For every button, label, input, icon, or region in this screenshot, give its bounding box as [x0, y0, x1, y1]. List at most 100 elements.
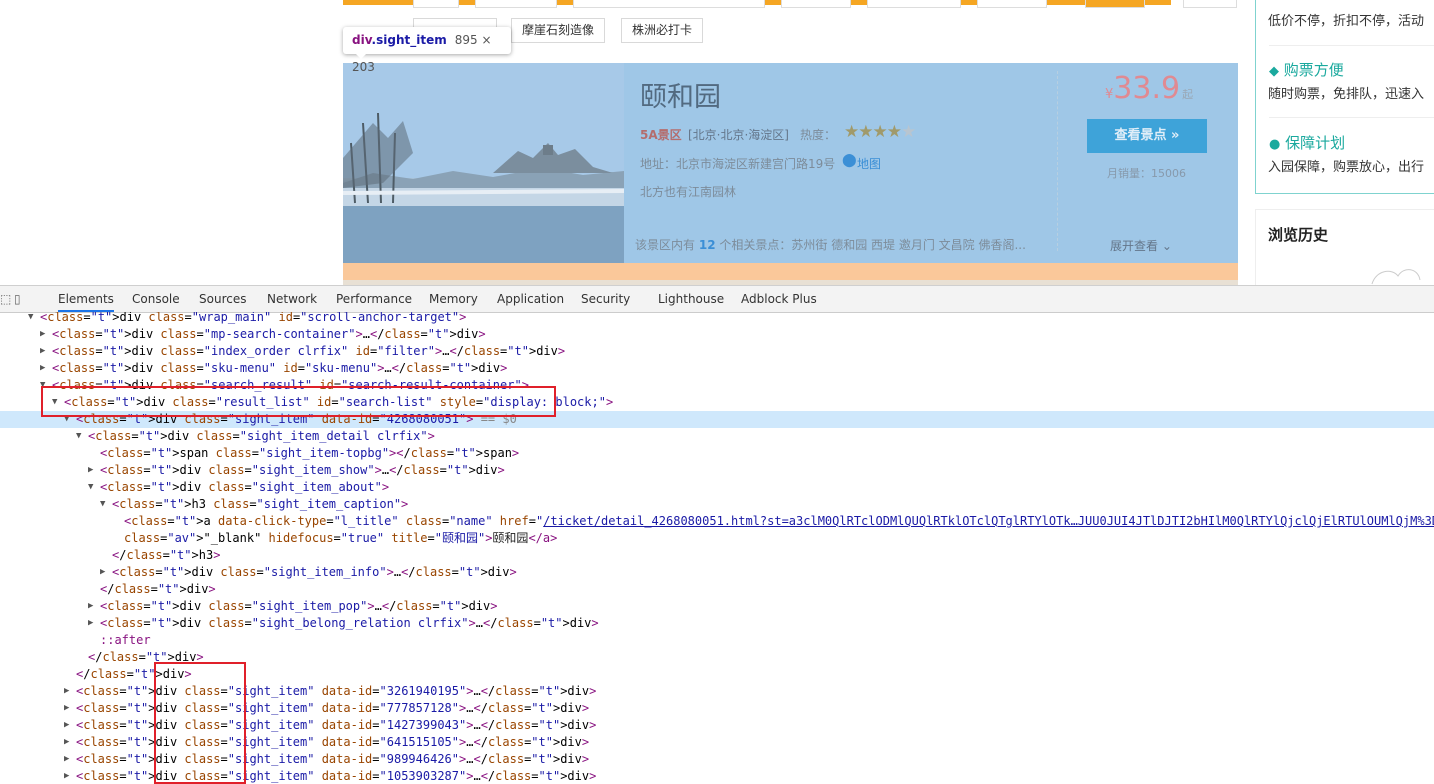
dom-node-line[interactable]: ▼ <class="t">div class="wrap_main" id="sc… [0, 312, 1434, 326]
expand-arrow-icon[interactable]: ▶ [88, 598, 93, 615]
tab-elements[interactable]: Elements [58, 286, 114, 312]
related-list[interactable]: 个相关景点：苏州街 德和园 西堤 邀月门 文昌院 佛香阁... [719, 238, 1026, 252]
dom-node-line[interactable]: <class="t">span class="sight_item-topbg"… [0, 445, 1434, 462]
tab-memory[interactable]: Memory [429, 286, 478, 312]
tooltip-arrow [355, 53, 367, 59]
dom-node-code: <class="t">div class="sight_item_show">…… [100, 463, 505, 477]
dom-node-code: <class="t">div class="sight_item_about"> [100, 480, 390, 494]
dom-node-line[interactable]: ▶ <class="t">div class="index_order clrfi… [0, 343, 1434, 360]
expand-arrow-icon[interactable]: ▶ [40, 360, 45, 377]
collapse-arrow-icon[interactable]: ▼ [88, 479, 93, 496]
dom-node-line[interactable]: ▼ <class="t">div class="sight_item_about"… [0, 479, 1434, 496]
dom-node-line[interactable]: ▶ <class="t">div class="mp-search-contain… [0, 326, 1434, 343]
collapse-arrow-icon[interactable]: ▼ [100, 496, 105, 513]
collapse-arrow-icon[interactable]: ▼ [76, 428, 81, 445]
price-suffix: 起 [1182, 88, 1194, 101]
sight-title[interactable]: 颐和园 [640, 75, 721, 114]
tab-application[interactable]: Application [497, 286, 564, 312]
view-sight-button[interactable]: 查看景点 » [1087, 119, 1207, 153]
dom-node-line[interactable]: ▶ <class="t">div class="sight_item_info">… [0, 564, 1434, 581]
related-sights: 该景区内有 12 个相关景点：苏州街 德和园 西堤 邀月门 文昌院 佛香阁... [635, 236, 1026, 253]
expand-arrow-icon[interactable]: ▶ [40, 326, 45, 343]
dom-pseudo-element[interactable]: ::after [0, 632, 1434, 649]
sight-level: 5A景区 [640, 128, 682, 142]
filter-seg[interactable] [1183, 0, 1237, 8]
filter-seg[interactable] [573, 0, 765, 8]
dom-node-line[interactable]: ▶ <class="t">div class="sight_item_show">… [0, 462, 1434, 479]
map-link[interactable]: 地图 [857, 155, 881, 172]
benefit-text: 随时购票，免排队，迅速入 [1268, 87, 1425, 102]
search-button[interactable] [1085, 0, 1145, 8]
star-filled-icon: ★★★★ [844, 122, 902, 142]
expand-arrow-icon[interactable]: ▶ [64, 717, 69, 734]
dom-node-code: <class="t">div class="sight_item" data-i… [76, 752, 590, 766]
expand-toggle[interactable]: 展开查看 ⌄ [1110, 237, 1172, 254]
related-prefix: 该景区内有 [635, 238, 696, 252]
inspect-element-icon[interactable]: ⬚ [0, 292, 11, 306]
web-page: 摩崖石刻造像 株洲必打卡 div.sight_item 895 × 203 颐和园… [0, 0, 1434, 285]
expand-arrow-icon[interactable]: ▶ [64, 751, 69, 768]
dom-node-line[interactable]: ▶ <class="t">div class="sight_item_pop">…… [0, 598, 1434, 615]
expand-arrow-icon[interactable]: ▶ [64, 768, 69, 784]
map-pin-icon[interactable]: ⬤ [842, 153, 857, 168]
tab-lighthouse[interactable]: Lighthouse [658, 286, 724, 312]
device-toolbar-icon[interactable]: ▯ [14, 292, 21, 306]
filter-seg[interactable] [475, 0, 557, 8]
dom-node-line[interactable]: ▼ <class="t">h3 class="sight_item_caption… [0, 496, 1434, 513]
highlight-sight-item-classes [154, 662, 246, 784]
expand-arrow-icon[interactable]: ▶ [64, 700, 69, 717]
dom-node-line[interactable]: class="av">"_blank" hidefocus="true" tit… [0, 530, 1434, 547]
dom-node-line[interactable]: ▶ <class="t">div class="sku-menu" id="sku… [0, 360, 1434, 377]
dom-node-code: <class="t">div class="sight_item_detail … [88, 429, 435, 443]
devtools-panel: ⬚ ▯ Elements Console Sources Network Per… [0, 285, 1434, 784]
benefit-heading: ● 保障计划 [1269, 132, 1345, 153]
filter-seg[interactable] [867, 0, 961, 8]
dom-node-line[interactable]: <class="t">a data-click-type="l_title" c… [0, 513, 1434, 530]
benefit-heading-label: 保障计划 [1285, 134, 1346, 152]
expand-arrow-icon[interactable]: ▶ [64, 734, 69, 751]
filter-seg[interactable] [781, 0, 851, 8]
tab-adblock-plus[interactable]: Adblock Plus [741, 286, 817, 312]
dom-node-line[interactable]: ▼ <class="t">div class="sight_item_detail… [0, 428, 1434, 445]
tab-performance[interactable]: Performance [336, 286, 412, 312]
dom-node-code: <class="t">div class="sight_belong_relat… [100, 616, 599, 630]
heat-label: 热度： [800, 128, 837, 142]
summer-palace-photo [343, 63, 624, 263]
collapse-arrow-icon[interactable]: ▼ [28, 312, 33, 326]
divider [1269, 45, 1434, 46]
devtools-inspect-tooltip: div.sight_item 895 × 203 [343, 27, 511, 74]
divider [1269, 117, 1434, 118]
history-title: 浏览历史 [1268, 226, 1329, 244]
tag-item[interactable]: 摩崖石刻造像 [511, 18, 605, 43]
dom-node-code: <class="t">div class="sight_item_info">…… [112, 565, 517, 579]
tab-network[interactable]: Network [267, 286, 317, 312]
tab-console[interactable]: Console [132, 286, 180, 312]
monthly-sales: 月销量：15006 [1107, 167, 1186, 180]
expand-arrow-icon[interactable]: ▶ [88, 462, 93, 479]
dom-node-line[interactable]: </class="t">div> [0, 581, 1434, 598]
highlight-result-list [41, 386, 556, 417]
history-illustration [1371, 269, 1421, 285]
price-box: ¥33.9 起 查看景点 » 月销量：15006 展开查看 ⌄ [1057, 63, 1238, 263]
sight-detail: 颐和园 5A景区 [北京·北京·海淀区] 热度： ★★★★★ 地址：北京市海淀区… [624, 63, 1057, 263]
tab-security[interactable]: Security [581, 286, 630, 312]
star-empty-icon: ★ [900, 122, 916, 142]
dom-node-line[interactable]: ▶ <class="t">div class="sight_belong_rela… [0, 615, 1434, 632]
tag-item[interactable]: 株洲必打卡 [621, 18, 703, 43]
expand-arrow-icon[interactable]: ▶ [40, 343, 45, 360]
sight-photo[interactable] [343, 63, 624, 263]
expand-arrow-icon[interactable]: ▶ [64, 683, 69, 700]
dom-node-code: <class="t">div class="sight_item_pop">…<… [100, 599, 498, 613]
price: ¥33.9 起 [1105, 71, 1193, 106]
dom-node-code: <class="t">span class="sight_item-topbg"… [100, 446, 520, 460]
dom-node-code: <class="t">div class="wrap_main" id="scr… [40, 312, 467, 324]
dom-node-line[interactable]: </class="t">h3> [0, 547, 1434, 564]
expand-arrow-icon[interactable]: ▶ [100, 564, 105, 581]
dom-node-code: ::after [100, 633, 151, 647]
expand-arrow-icon[interactable]: ▶ [88, 615, 93, 632]
sight-address: 地址：北京市海淀区新建宫门路19号 [640, 157, 836, 171]
tab-sources[interactable]: Sources [199, 286, 246, 312]
filter-seg[interactable] [977, 0, 1047, 8]
sight-item-card[interactable]: 颐和园 5A景区 [北京·北京·海淀区] 热度： ★★★★★ 地址：北京市海淀区… [343, 63, 1238, 263]
filter-seg[interactable] [413, 0, 459, 8]
